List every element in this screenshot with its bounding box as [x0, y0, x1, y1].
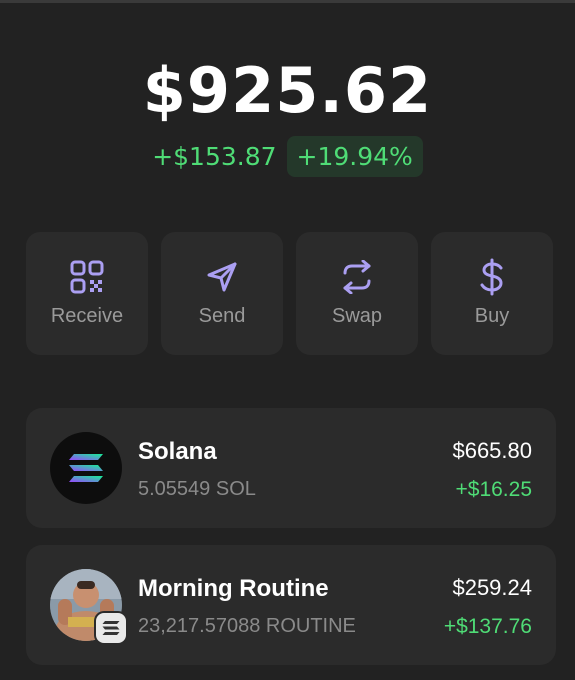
- send-icon: [204, 259, 240, 295]
- token-row-solana[interactable]: Solana 5.05549 SOL $665.80 +$16.25: [26, 408, 556, 528]
- solana-logo-icon: [50, 432, 122, 504]
- swap-icon: [339, 259, 375, 295]
- token-change: +$137.76: [443, 615, 532, 638]
- token-name: Solana: [138, 438, 217, 465]
- balance-change-percent: +19.94%: [286, 136, 423, 177]
- receive-label: Receive: [50, 305, 124, 327]
- token-amount: 23,217.57088 ROUTINE: [138, 615, 356, 637]
- token-value: $665.80: [452, 438, 532, 463]
- send-button[interactable]: Send: [161, 232, 283, 355]
- token-name: Morning Routine: [138, 575, 329, 602]
- qr-code-icon: [69, 259, 105, 295]
- send-label: Send: [198, 305, 246, 327]
- buy-label: Buy: [474, 305, 510, 327]
- dollar-icon: [474, 258, 510, 296]
- top-divider: [0, 0, 575, 3]
- buy-button[interactable]: Buy: [431, 232, 553, 355]
- token-row-morning-routine[interactable]: Morning Routine 23,217.57088 ROUTINE $25…: [26, 545, 556, 665]
- balance-change-amount: +$153.87: [152, 142, 277, 171]
- receive-button[interactable]: Receive: [26, 232, 148, 355]
- total-balance: $925.62: [142, 54, 433, 127]
- swap-button[interactable]: Swap: [296, 232, 418, 355]
- balance-change-row: +$153.87 +19.94%: [0, 136, 575, 177]
- token-change: +$16.25: [455, 478, 533, 501]
- solana-chain-badge-icon: [96, 613, 126, 643]
- token-amount: 5.05549 SOL: [138, 478, 256, 500]
- quick-actions: Receive Send Swap Buy: [26, 232, 556, 355]
- swap-label: Swap: [331, 305, 383, 327]
- token-value: $259.24: [452, 575, 532, 600]
